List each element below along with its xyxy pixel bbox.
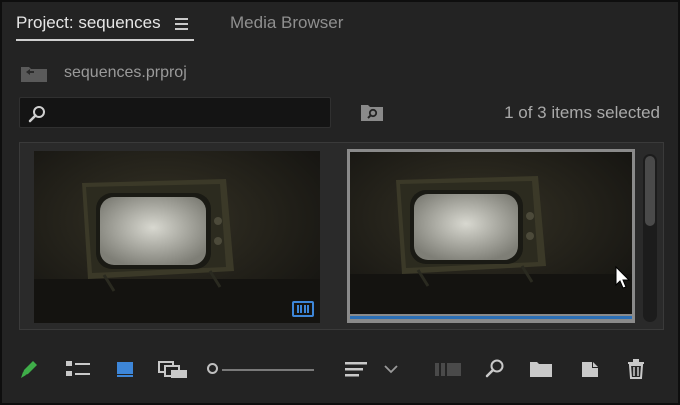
tab-project-label: Project: sequences bbox=[16, 13, 161, 32]
tab-project[interactable]: Project: sequences bbox=[16, 13, 194, 41]
bottom-toolbar bbox=[2, 352, 680, 388]
zoom-slider[interactable] bbox=[222, 369, 314, 371]
thumbnail-progress-bar bbox=[350, 316, 632, 319]
tv-static-image bbox=[34, 151, 320, 323]
vertical-scrollbar[interactable] bbox=[643, 154, 657, 322]
tv-static-image bbox=[350, 152, 632, 314]
zoom-slider-knob[interactable] bbox=[207, 363, 218, 374]
icon-view-icon[interactable] bbox=[115, 358, 135, 380]
search-input[interactable] bbox=[54, 101, 328, 126]
scrollbar-thumb[interactable] bbox=[645, 156, 655, 226]
tab-media-browser-label: Media Browser bbox=[230, 13, 344, 32]
selection-status: 1 of 3 items selected bbox=[504, 103, 660, 122]
panel-tabs: Project: sequences Media Browser bbox=[2, 2, 680, 44]
pencil-icon[interactable] bbox=[18, 358, 40, 380]
thumbnail-2[interactable] bbox=[347, 149, 635, 323]
list-view-icon[interactable] bbox=[65, 358, 91, 380]
project-panel: Project: sequences Media Browser sequenc… bbox=[0, 0, 680, 405]
project-file-name: sequences.prproj bbox=[64, 64, 187, 81]
folder-up-icon[interactable] bbox=[20, 63, 48, 83]
search-icon bbox=[28, 105, 46, 128]
thumbnail-1[interactable] bbox=[34, 151, 320, 323]
mouse-cursor-icon bbox=[615, 265, 631, 289]
thumbnail-grid bbox=[19, 142, 664, 330]
sequence-badge-icon bbox=[292, 301, 314, 317]
search-box[interactable] bbox=[19, 97, 331, 128]
panel-menu-icon[interactable] bbox=[174, 18, 188, 30]
freeform-view-icon[interactable] bbox=[157, 358, 189, 380]
tab-media-browser[interactable]: Media Browser bbox=[230, 13, 343, 33]
find-in-bin-icon[interactable] bbox=[360, 102, 384, 127]
project-file-row: sequences.prproj bbox=[20, 60, 187, 86]
